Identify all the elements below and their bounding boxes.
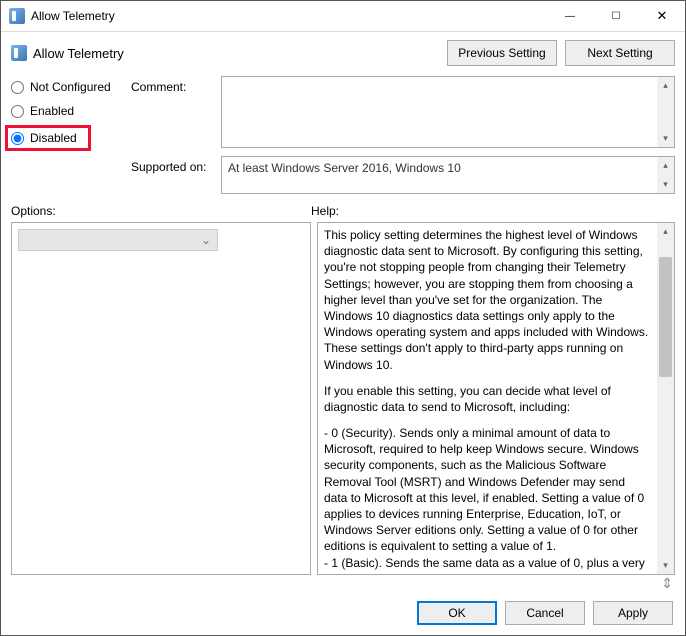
resize-grip-icon[interactable]: ⇕	[11, 575, 675, 591]
supported-scrollbar[interactable]: ▴ ▾	[657, 157, 674, 193]
apply-button[interactable]: Apply	[593, 601, 673, 625]
radio-disabled[interactable]: Disabled	[11, 131, 82, 145]
next-setting-button[interactable]: Next Setting	[565, 40, 675, 66]
options-dropdown[interactable]: ⌄	[18, 229, 218, 251]
supported-label: Supported on:	[131, 156, 221, 174]
radio-not-configured[interactable]: Not Configured	[11, 80, 131, 94]
title-bar[interactable]: Allow Telemetry — ☐ ✕	[1, 1, 685, 32]
radio-disabled-input[interactable]	[11, 132, 24, 145]
radio-enabled-label: Enabled	[30, 104, 74, 118]
content-area: Allow Telemetry Previous Setting Next Se…	[1, 32, 685, 591]
policy-header-icon	[11, 45, 27, 61]
minimize-button[interactable]: —	[547, 1, 593, 31]
cancel-button[interactable]: Cancel	[505, 601, 585, 625]
scroll-down-icon[interactable]: ▾	[657, 176, 674, 193]
state-radio-group: Not Configured Enabled Disabled	[11, 76, 131, 194]
ok-button[interactable]: OK	[417, 601, 497, 625]
help-scrollbar[interactable]: ▴ ▾	[657, 223, 674, 574]
header-row: Allow Telemetry Previous Setting Next Se…	[11, 40, 675, 66]
policy-icon	[9, 8, 25, 24]
chevron-down-icon: ⌄	[201, 233, 211, 247]
close-button[interactable]: ✕	[639, 1, 685, 31]
help-paragraph-4: - 1 (Basic). Sends the same data as a va…	[324, 555, 651, 571]
help-textbox[interactable]: This policy setting determines the highe…	[318, 223, 657, 574]
window-title: Allow Telemetry	[31, 9, 547, 23]
previous-setting-button[interactable]: Previous Setting	[447, 40, 557, 66]
supported-textbox: At least Windows Server 2016, Windows 10…	[221, 156, 675, 194]
radio-not-configured-input[interactable]	[11, 81, 24, 94]
lower-panels: ⌄ This policy setting determines the hig…	[11, 222, 675, 575]
radio-not-configured-label: Not Configured	[30, 80, 111, 94]
scroll-down-icon[interactable]: ▾	[657, 130, 674, 147]
fields-column: Comment: ▴ ▾ Supported on: At least Wind…	[131, 76, 675, 194]
upper-settings: Not Configured Enabled Disabled Comment:	[11, 76, 675, 194]
footer-buttons: OK Cancel Apply	[1, 591, 685, 635]
section-labels: Options: Help:	[11, 204, 675, 218]
highlight-box: Disabled	[5, 125, 91, 151]
comment-field-row: Comment: ▴ ▾	[131, 76, 675, 148]
help-label: Help:	[311, 204, 675, 218]
help-paragraph-3: - 0 (Security). Sends only a minimal amo…	[324, 425, 651, 555]
scroll-up-icon[interactable]: ▴	[657, 157, 674, 174]
scrollbar-track[interactable]	[657, 377, 674, 557]
radio-disabled-label: Disabled	[30, 131, 77, 145]
comment-scrollbar[interactable]: ▴ ▾	[657, 77, 674, 147]
maximize-button[interactable]: ☐	[593, 1, 639, 31]
help-paragraph-2: If you enable this setting, you can deci…	[324, 383, 651, 415]
options-label: Options:	[11, 204, 311, 218]
radio-enabled-input[interactable]	[11, 105, 24, 118]
supported-value: At least Windows Server 2016, Windows 10	[222, 157, 657, 193]
help-panel: This policy setting determines the highe…	[317, 222, 675, 575]
policy-title: Allow Telemetry	[33, 46, 439, 61]
help-paragraph-1: This policy setting determines the highe…	[324, 227, 651, 373]
window-controls: — ☐ ✕	[547, 1, 685, 31]
options-panel: ⌄	[11, 222, 311, 575]
comment-textbox[interactable]: ▴ ▾	[221, 76, 675, 148]
scroll-down-icon[interactable]: ▾	[657, 557, 674, 574]
scroll-up-icon[interactable]: ▴	[657, 77, 674, 94]
comment-label: Comment:	[131, 76, 221, 94]
supported-field-row: Supported on: At least Windows Server 20…	[131, 156, 675, 194]
radio-enabled[interactable]: Enabled	[11, 104, 131, 118]
comment-value	[222, 77, 657, 147]
dialog-window: Allow Telemetry — ☐ ✕ Allow Telemetry Pr…	[0, 0, 686, 636]
scroll-up-icon[interactable]: ▴	[657, 223, 674, 240]
scrollbar-thumb[interactable]	[659, 257, 672, 377]
